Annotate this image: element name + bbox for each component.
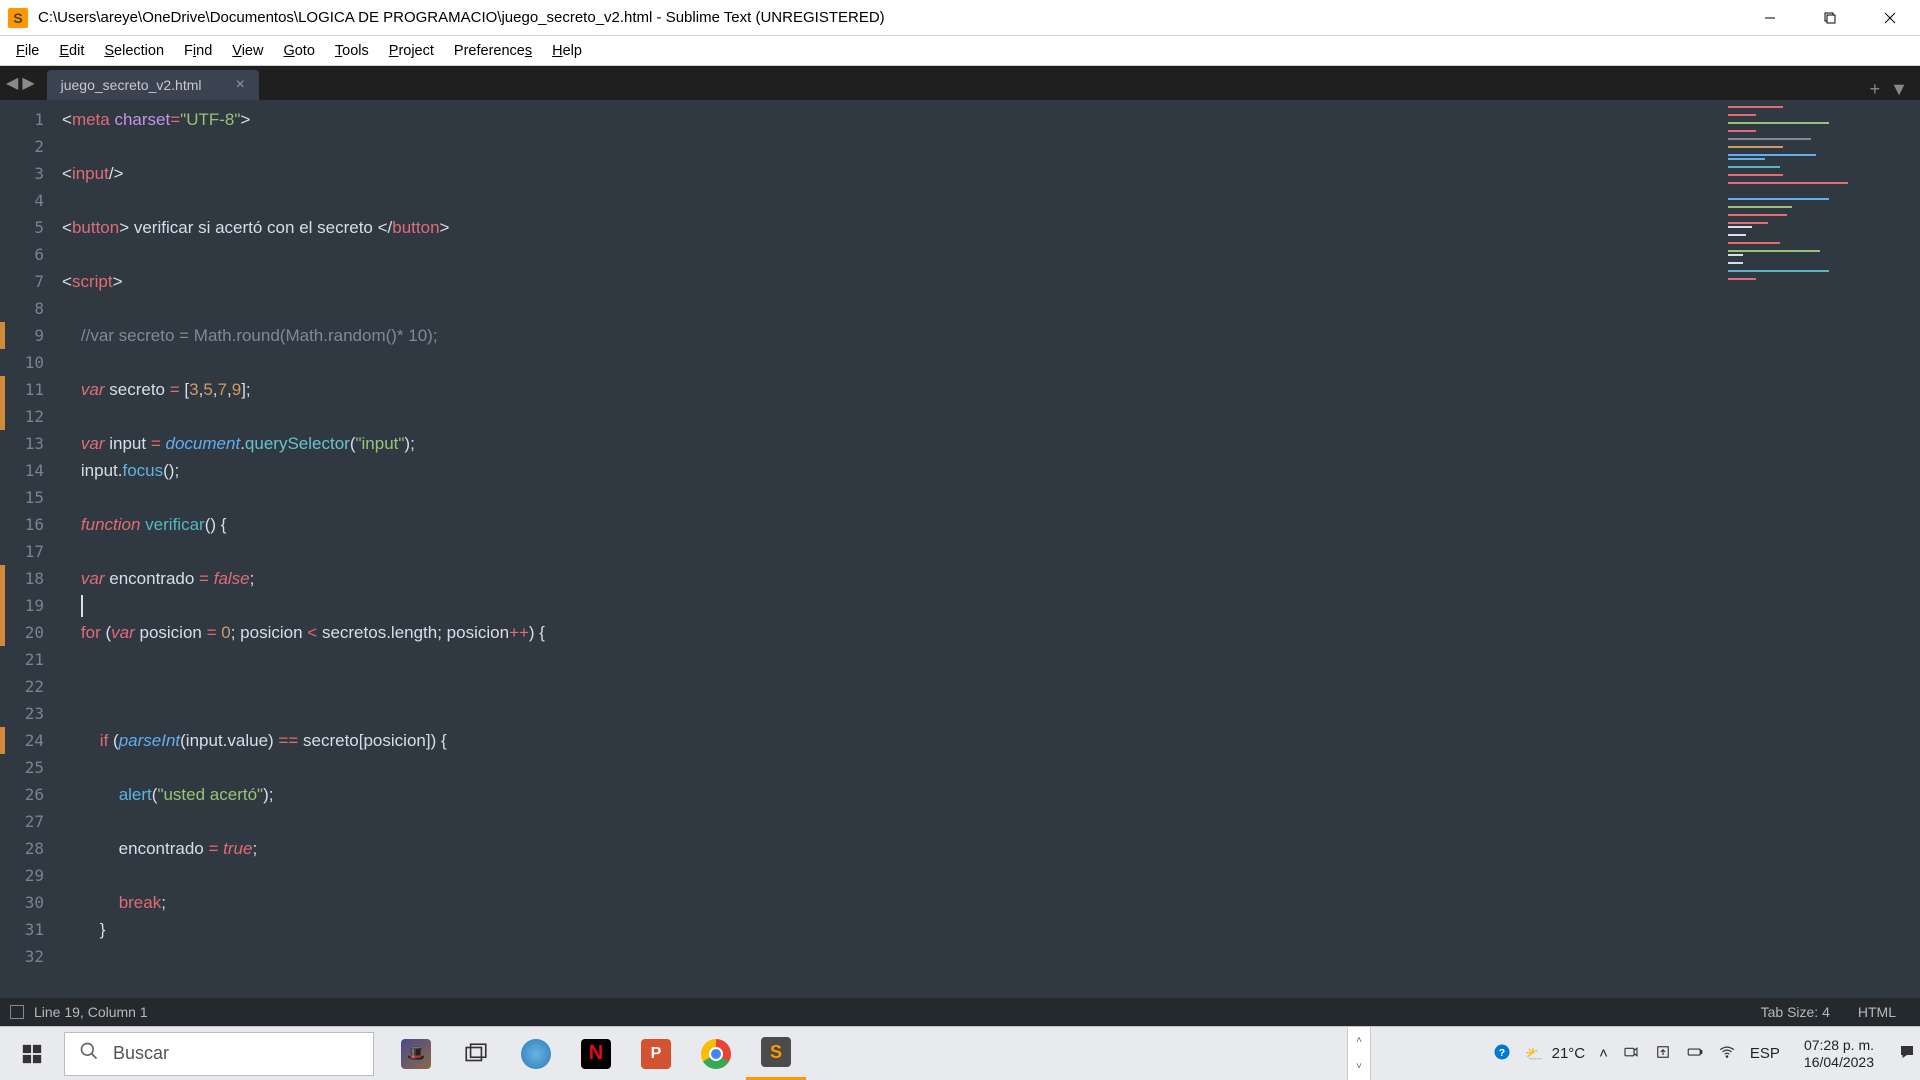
taskbar-app-taskview[interactable]: [446, 1027, 506, 1080]
line-number: 31: [0, 916, 62, 943]
menu-goto[interactable]: Goto: [273, 39, 324, 63]
line-number: 24: [0, 727, 62, 754]
sublime-app-icon: S: [8, 8, 28, 28]
syntax-type[interactable]: HTML: [1844, 1004, 1910, 1020]
svg-text:?: ?: [1499, 1046, 1505, 1058]
tray-overflow-icon[interactable]: ˄: [1599, 1045, 1608, 1062]
line-number: 7: [0, 268, 62, 295]
taskbar-scroll[interactable]: ˄˅: [1347, 1027, 1371, 1080]
statusbar: Line 19, Column 1 Tab Size: 4 HTML: [0, 998, 1920, 1026]
panel-switcher-icon[interactable]: [10, 1005, 24, 1019]
line-number: 23: [0, 700, 62, 727]
line-number: 8: [0, 295, 62, 322]
menu-find[interactable]: Find: [174, 39, 222, 63]
tray-date: 16/04/2023: [1804, 1054, 1874, 1071]
line-number: 13: [0, 430, 62, 457]
line-number-gutter: 1234567891011121314151617181920212223242…: [0, 100, 62, 998]
line-number: 18: [0, 565, 62, 592]
taskbar-search[interactable]: Buscar: [64, 1032, 374, 1076]
window-controls: [1740, 0, 1920, 36]
line-number: 4: [0, 187, 62, 214]
menubar: File Edit Selection Find View Goto Tools…: [0, 36, 1920, 66]
tray-wifi-icon[interactable]: [1718, 1043, 1736, 1065]
line-number: 27: [0, 808, 62, 835]
menu-help[interactable]: Help: [542, 39, 592, 63]
menu-view[interactable]: View: [222, 39, 273, 63]
new-tab-icon[interactable]: +: [1870, 79, 1881, 100]
tray-time: 07:28 p. m.: [1804, 1037, 1874, 1054]
tray-clock[interactable]: 07:28 p. m. 16/04/2023: [1794, 1037, 1884, 1071]
line-number: 9: [0, 322, 62, 349]
file-tab[interactable]: juego_secreto_v2.html ×: [47, 70, 259, 100]
file-tab-label: juego_secreto_v2.html: [61, 77, 202, 93]
tray-help-icon[interactable]: ?: [1493, 1043, 1511, 1065]
taskbar-app-netflix[interactable]: N: [566, 1027, 626, 1080]
menu-preferences[interactable]: Preferences: [444, 39, 542, 63]
menu-tools[interactable]: Tools: [325, 39, 379, 63]
editor: 1234567891011121314151617181920212223242…: [0, 100, 1920, 998]
minimap[interactable]: [1720, 100, 1920, 998]
tab-history-nav: ◀ ▶: [0, 66, 41, 100]
line-number: 22: [0, 673, 62, 700]
close-button[interactable]: [1860, 0, 1920, 36]
line-number: 17: [0, 538, 62, 565]
tray-weather[interactable]: ⛅ 21°C: [1525, 1045, 1585, 1063]
nav-forward-icon[interactable]: ▶: [22, 73, 34, 93]
line-number: 12: [0, 403, 62, 430]
taskbar-app-powerpoint[interactable]: P: [626, 1027, 686, 1080]
start-button[interactable]: [0, 1027, 64, 1080]
menu-project[interactable]: Project: [379, 39, 444, 63]
search-icon: [79, 1041, 99, 1066]
tray-notifications-icon[interactable]: [1898, 1043, 1916, 1065]
line-number: 19: [0, 592, 62, 619]
window-title: C:\Users\areye\OneDrive\Documentos\LOGIC…: [38, 9, 1724, 26]
line-number: 16: [0, 511, 62, 538]
cursor-position[interactable]: Line 19, Column 1: [34, 1004, 148, 1020]
line-number: 32: [0, 943, 62, 970]
maximize-button[interactable]: [1800, 0, 1860, 36]
line-number: 11: [0, 376, 62, 403]
line-number: 29: [0, 862, 62, 889]
code-area[interactable]: <meta charset="UTF-8"> <input/> <button>…: [62, 100, 1720, 998]
line-number: 26: [0, 781, 62, 808]
line-number: 3: [0, 160, 62, 187]
line-number: 30: [0, 889, 62, 916]
line-number: 20: [0, 619, 62, 646]
weather-temp: 21°C: [1552, 1045, 1586, 1062]
tray-update-icon[interactable]: [1654, 1043, 1672, 1065]
line-number: 15: [0, 484, 62, 511]
text-cursor: [81, 595, 83, 617]
tray-language[interactable]: ESP: [1750, 1045, 1780, 1062]
line-number: 25: [0, 754, 62, 781]
line-number: 5: [0, 214, 62, 241]
line-number: 10: [0, 349, 62, 376]
weather-icon: ⛅: [1525, 1045, 1544, 1063]
close-tab-icon[interactable]: ×: [236, 76, 245, 94]
search-placeholder: Buscar: [113, 1043, 169, 1064]
tab-controls: + ▼: [1858, 79, 1920, 100]
line-number: 21: [0, 646, 62, 673]
tab-size[interactable]: Tab Size: 4: [1747, 1004, 1844, 1020]
tab-dropdown-icon[interactable]: ▼: [1890, 79, 1908, 100]
line-number: 28: [0, 835, 62, 862]
menu-edit[interactable]: Edit: [49, 39, 94, 63]
windows-taskbar: Buscar 🎩 N P S ˄˅ ? ⛅ 21°C ˄ ESP 07:28 p…: [0, 1026, 1920, 1080]
taskbar-app-sublime[interactable]: S: [746, 1027, 806, 1080]
nav-back-icon[interactable]: ◀: [6, 73, 18, 93]
tray-battery-icon[interactable]: [1686, 1043, 1704, 1065]
system-tray: ? ⛅ 21°C ˄ ESP 07:28 p. m. 16/04/2023: [1371, 1037, 1920, 1071]
window-titlebar: S C:\Users\areye\OneDrive\Documentos\LOG…: [0, 0, 1920, 36]
menu-selection[interactable]: Selection: [94, 39, 174, 63]
line-number: 2: [0, 133, 62, 160]
tab-bar: ◀ ▶ juego_secreto_v2.html × + ▼: [0, 66, 1920, 100]
minimize-button[interactable]: [1740, 0, 1800, 36]
line-number: 1: [0, 106, 62, 133]
taskbar-app-ie[interactable]: [506, 1027, 566, 1080]
menu-file[interactable]: File: [6, 39, 49, 63]
line-number: 6: [0, 241, 62, 268]
taskbar-app-hat[interactable]: 🎩: [386, 1027, 446, 1080]
tray-meet-icon[interactable]: [1622, 1043, 1640, 1065]
taskbar-app-chrome[interactable]: [686, 1027, 746, 1080]
line-number: 14: [0, 457, 62, 484]
